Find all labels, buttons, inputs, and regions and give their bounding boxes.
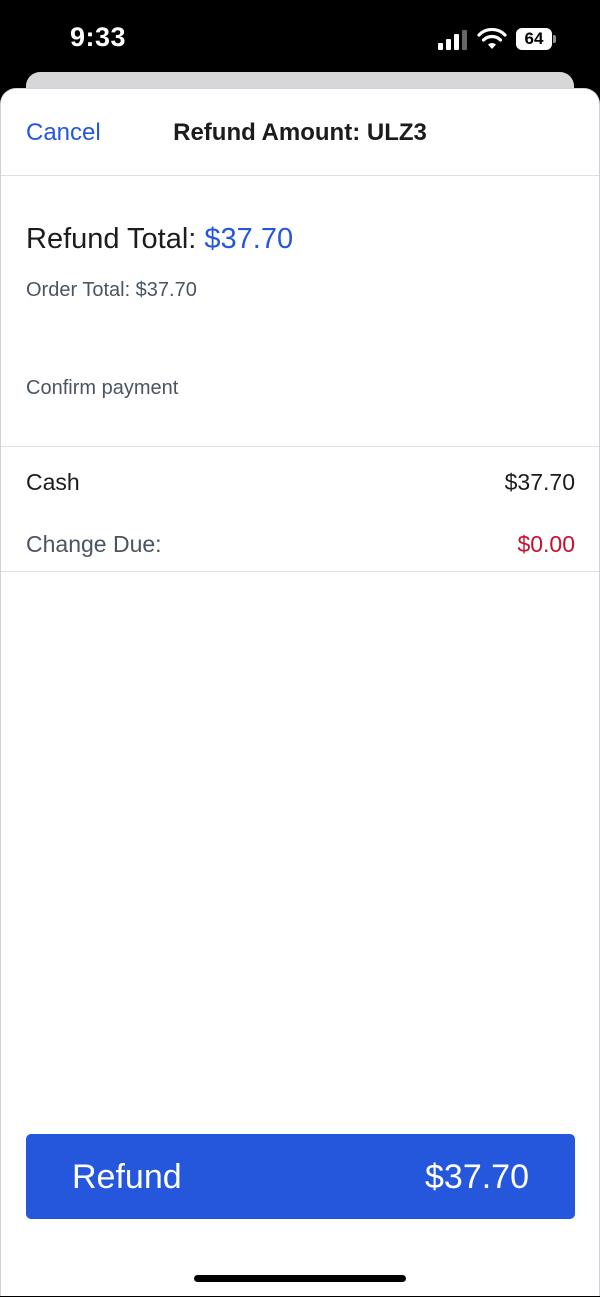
refund-button-amount: $37.70 <box>425 1158 529 1196</box>
change-due-label: Change Due: <box>26 531 162 557</box>
wifi-icon <box>477 27 507 49</box>
refund-total-value: $37.70 <box>204 223 294 255</box>
status-time: 9:33 <box>70 22 127 52</box>
refund-button[interactable]: Refund $37.70 <box>26 1134 575 1219</box>
home-indicator[interactable] <box>194 1275 406 1282</box>
cash-label: Cash <box>26 469 80 495</box>
order-total: Order Total: $37.70 <box>26 279 197 301</box>
divider <box>1 571 599 572</box>
battery-level: 64 <box>516 28 552 50</box>
refund-total: Refund Total: $37.70 <box>26 223 293 256</box>
refund-sheet: Cancel Refund Amount: ULZ3 Refund Total:… <box>0 88 600 1296</box>
refund-total-label: Refund Total: <box>26 223 205 255</box>
status-bar: 9:33 64 <box>0 0 600 80</box>
divider <box>1 446 599 447</box>
cellular-signal-icon <box>438 30 467 50</box>
confirm-payment-label: Confirm payment <box>26 377 179 399</box>
cash-value: $37.70 <box>504 469 575 495</box>
refund-button-label: Refund <box>72 1158 182 1196</box>
nav-bar: Cancel Refund Amount: ULZ3 <box>1 89 599 176</box>
page-title: Refund Amount: ULZ3 <box>173 119 427 146</box>
change-due-value: $0.00 <box>517 531 575 557</box>
battery-icon: 64 <box>516 28 558 50</box>
